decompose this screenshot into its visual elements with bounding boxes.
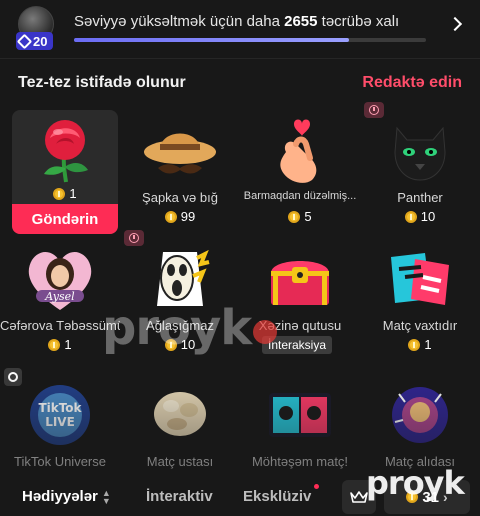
rose-icon [12, 114, 118, 188]
diamond-icon [16, 33, 33, 49]
panther-icon [360, 114, 480, 188]
gift-price: 10 [360, 209, 480, 224]
gift-name: Panther [397, 190, 443, 205]
level-header[interactable]: 20 Səviyyə yüksəltmək üçün daha 2655 təc… [0, 0, 480, 58]
svg-text:TikTok: TikTok [38, 401, 82, 415]
gift-item-rose[interactable]: 1 Göndərin [12, 110, 118, 234]
gift-price: 1 [360, 337, 480, 352]
tiktok-universe-icon: TikTok LIVE [0, 378, 120, 452]
gift-name: Möhtəşəm matç! [251, 454, 349, 469]
tab-exclusive[interactable]: Eksklüziv [243, 488, 311, 505]
gift-item-finger-heart[interactable]: Barmaqdan düzəlmiş... 5 [240, 110, 360, 230]
section-title: Tez-tez istifadə olunur [18, 74, 186, 91]
gift-item-match-master[interactable]: Matç ustası [120, 374, 240, 494]
watermark-corner: proyk [366, 464, 465, 502]
gift-name: Matç vaxtıdır [382, 318, 458, 333]
svg-text:LIVE: LIVE [45, 415, 75, 429]
divider [0, 58, 480, 59]
sort-icon: ▲ ▼ [101, 488, 111, 507]
gift-price: 99 [120, 209, 240, 224]
gift-item-tiktok-universe[interactable]: TikTok LIVE TikTok Universe [0, 368, 120, 494]
level-progress-fill [74, 38, 349, 42]
match-master-icon [120, 378, 240, 452]
tab-gifts[interactable]: Hədiyyələr ▲ ▼ [22, 488, 111, 507]
notification-dot [314, 484, 319, 489]
chevron-right-icon[interactable] [447, 16, 463, 32]
match-aura-icon [360, 378, 480, 452]
gift-item-panther[interactable]: Panther 10 [360, 102, 480, 230]
gift-item-great-match[interactable]: Möhtəşəm matç! [240, 374, 360, 494]
coin-icon [53, 187, 66, 200]
coin-icon [404, 210, 417, 223]
xp-remaining: 2655 [284, 13, 318, 30]
match-time-icon [360, 242, 480, 316]
level-progress-bar [74, 38, 426, 42]
great-match-icon [240, 378, 360, 452]
gift-item-match-time[interactable]: Matç vaxtıdır 1 [360, 238, 480, 358]
gift-price: 5 [240, 209, 360, 224]
level-badge: 20 [16, 32, 54, 50]
coin-icon [288, 210, 301, 223]
edit-button[interactable]: Redaktə edin [362, 74, 462, 92]
gift-name: Barmaqdan düzəlmiş... [243, 190, 357, 202]
gift-name: Şapka və bığ [142, 190, 218, 205]
coin-icon [408, 338, 421, 351]
watermark: proyk [102, 300, 278, 356]
svg-text:Aysel: Aysel [44, 290, 75, 303]
hat-mustache-icon [120, 114, 240, 188]
level-up-message: Səviyyə yüksəltmək üçün daha 2655 təcrüb… [74, 13, 400, 30]
gift-price: 1 [12, 186, 118, 201]
tab-interactive[interactable]: İnteraktiv [146, 488, 213, 505]
gift-item-hat-mustache[interactable]: Şapka və bığ 99 [120, 110, 240, 230]
send-gift-button[interactable]: Göndərin [12, 204, 118, 234]
gift-name: TikTok Universe [14, 454, 106, 469]
coin-icon [164, 210, 177, 223]
finger-heart-icon [240, 114, 360, 188]
coin-icon [48, 338, 61, 351]
gift-name: Matç ustası [146, 454, 214, 469]
